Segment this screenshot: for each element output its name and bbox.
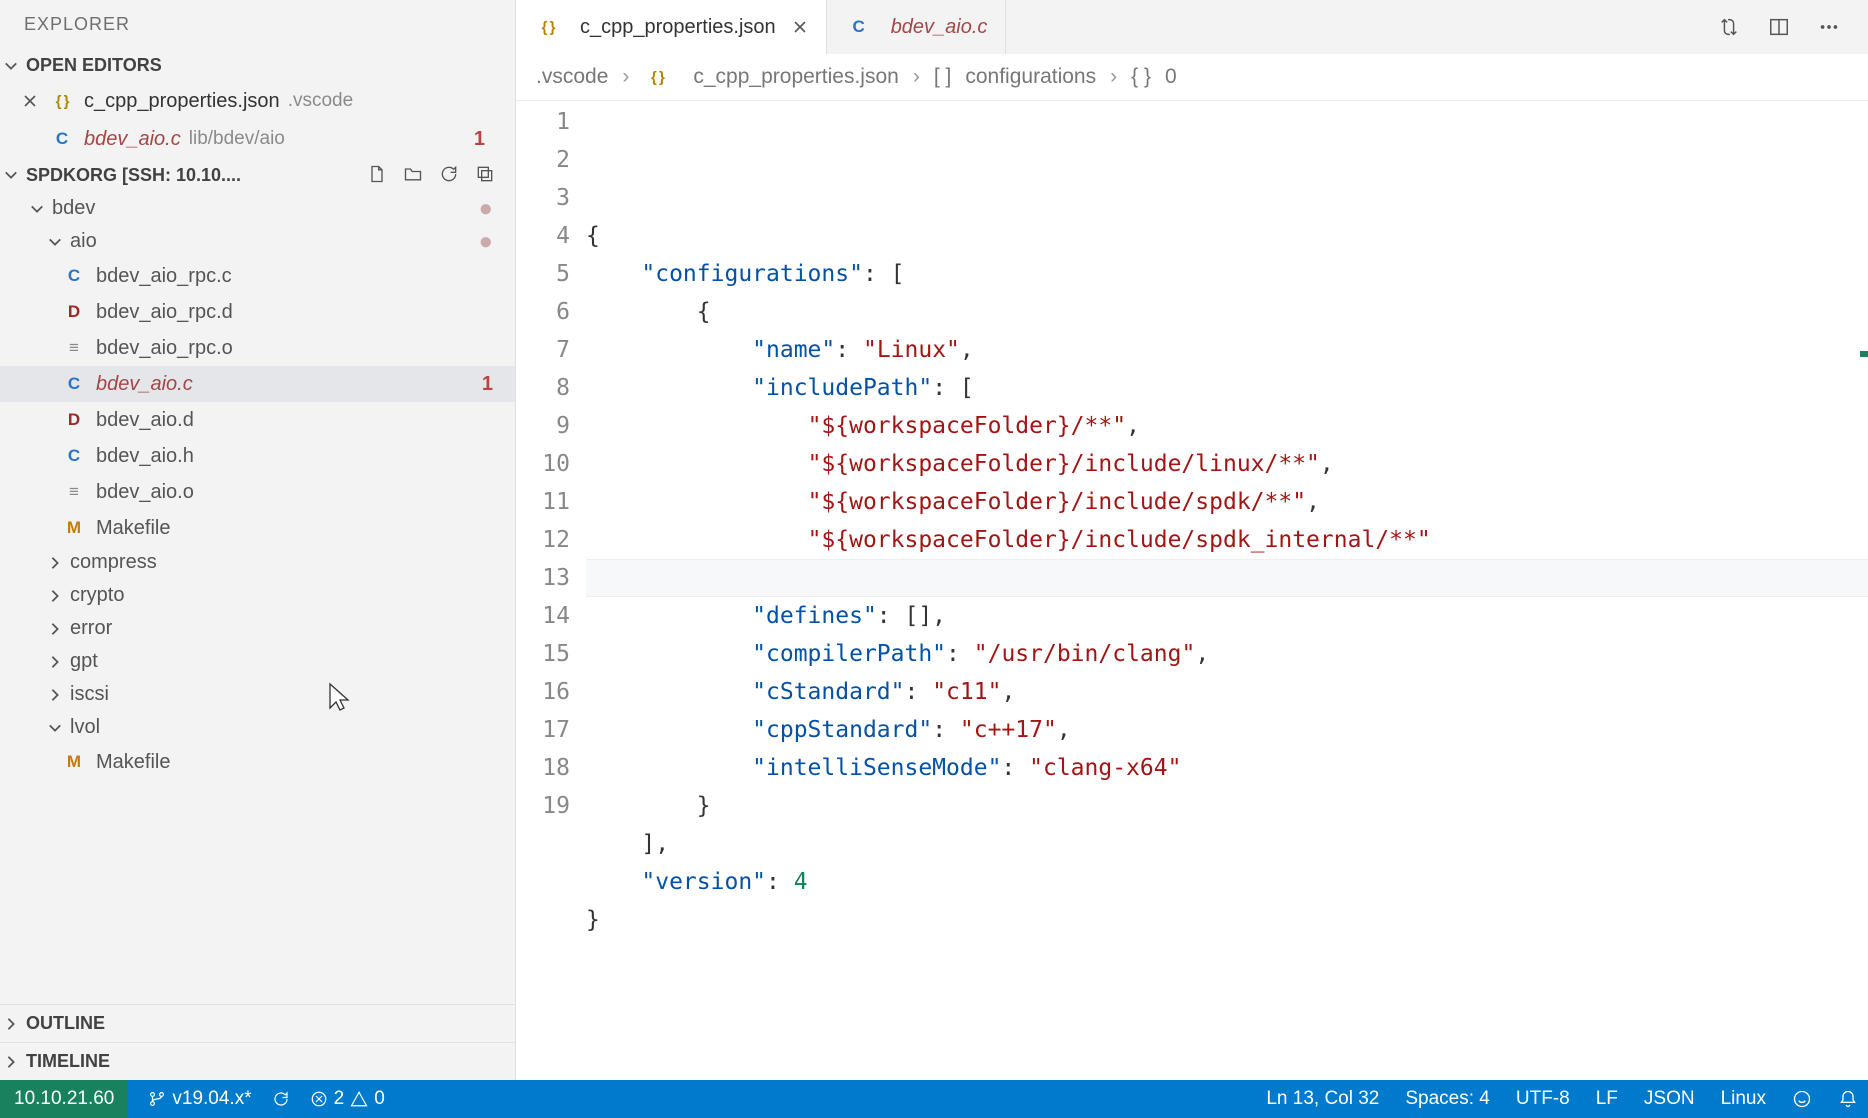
c-file-icon	[60, 443, 88, 469]
modified-dot-icon: ●	[479, 237, 494, 247]
git-branch-indicator[interactable]: v19.04.x*	[148, 1088, 251, 1110]
explorer-sidebar: EXPLORER OPEN EDITORS c_cpp_properties.j…	[0, 0, 516, 1080]
chevron-right-icon	[4, 1055, 26, 1069]
timeline-header[interactable]: TIMELINE	[0, 1042, 515, 1080]
feedback-icon[interactable]	[1792, 1089, 1812, 1109]
tree-folder[interactable]: error	[0, 612, 515, 645]
chevron-right-icon	[48, 589, 70, 603]
chevron-right-icon	[48, 688, 70, 702]
eol-indicator[interactable]: LF	[1596, 1088, 1618, 1110]
chevron-down-icon	[30, 202, 52, 216]
status-bar: 10.10.21.60 v19.04.x* 2 0 Ln 13, Col 32 …	[0, 1080, 1868, 1118]
c-file-icon	[48, 126, 76, 152]
json-icon	[48, 88, 76, 114]
collapse-all-icon[interactable]	[475, 164, 497, 186]
indentation-indicator[interactable]: Spaces: 4	[1405, 1088, 1490, 1110]
modified-dot-icon: ●	[479, 204, 494, 214]
chevron-down-icon	[4, 59, 26, 73]
json-icon	[534, 14, 562, 40]
d-file-icon	[60, 299, 88, 325]
warning-icon	[350, 1090, 368, 1108]
cursor-position[interactable]: Ln 13, Col 32	[1266, 1088, 1379, 1110]
sync-icon	[272, 1090, 290, 1108]
branch-icon	[148, 1090, 166, 1108]
chevron-right-icon: ›	[622, 65, 629, 89]
tab-c-cpp-properties[interactable]: c_cpp_properties.json	[516, 0, 827, 54]
makefile-icon	[60, 749, 88, 775]
tree-file[interactable]: Makefile	[0, 510, 515, 546]
close-icon[interactable]	[22, 93, 48, 109]
tree-folder-lvol[interactable]: lvol	[0, 711, 515, 744]
json-icon	[643, 64, 671, 90]
object-file-icon	[60, 479, 88, 505]
error-icon	[310, 1090, 328, 1108]
outline-header[interactable]: OUTLINE	[0, 1004, 515, 1042]
language-mode[interactable]: JSON	[1644, 1088, 1695, 1110]
workspace-header[interactable]: SPDKORG [SSH: 10.10....	[0, 158, 515, 192]
new-file-icon[interactable]	[367, 164, 389, 186]
open-editor-item[interactable]: c_cpp_properties.json .vscode	[0, 82, 515, 120]
tab-bdev-aio[interactable]: bdev_aio.c	[827, 0, 1007, 54]
os-indicator[interactable]: Linux	[1721, 1088, 1766, 1110]
c-file-icon	[60, 371, 88, 397]
makefile-icon	[60, 515, 88, 541]
d-file-icon	[60, 407, 88, 433]
chevron-right-icon: ›	[913, 65, 920, 89]
open-editors-header[interactable]: OPEN EDITORS	[0, 49, 515, 82]
object-icon: { }	[1131, 65, 1151, 89]
chevron-right-icon: ›	[1110, 65, 1117, 89]
code-editor[interactable]: 12345678910111213141516171819 { "configu…	[516, 101, 1868, 1080]
tree-file[interactable]: bdev_aio.o	[0, 474, 515, 510]
array-icon: [ ]	[934, 65, 952, 89]
breadcrumb[interactable]: .vscode › c_cpp_properties.json › [ ] co…	[516, 54, 1868, 101]
line-number-gutter: 12345678910111213141516171819	[516, 101, 586, 1080]
chevron-right-icon	[48, 655, 70, 669]
chevron-down-icon	[48, 235, 70, 249]
refresh-icon[interactable]	[439, 164, 461, 186]
tree-file[interactable]: Makefile	[0, 744, 515, 780]
chevron-down-icon	[48, 721, 70, 735]
explorer-title: EXPLORER	[0, 0, 515, 49]
tree-file[interactable]: bdev_aio.d	[0, 402, 515, 438]
c-file-icon	[60, 263, 88, 289]
new-folder-icon[interactable]	[403, 164, 425, 186]
tree-folder-aio[interactable]: aio ●	[0, 225, 515, 258]
open-editors-list: c_cpp_properties.json .vscode bdev_aio.c…	[0, 82, 515, 158]
tree-file[interactable]: bdev_aio.c 1	[0, 366, 515, 402]
more-actions-icon[interactable]	[1818, 16, 1840, 38]
minimap-change-marker	[1860, 351, 1868, 357]
close-icon[interactable]	[792, 19, 808, 35]
file-tree[interactable]: bdev ● aio ● bdev_aio_rpc.c bdev_aio_rpc…	[0, 192, 515, 1004]
tree-folder[interactable]: crypto	[0, 579, 515, 612]
breadcrumb-item[interactable]: configurations	[965, 65, 1096, 89]
breadcrumb-item[interactable]: c_cpp_properties.json	[693, 65, 898, 89]
object-file-icon	[60, 335, 88, 361]
tree-file[interactable]: bdev_aio_rpc.d	[0, 294, 515, 330]
tree-file[interactable]: bdev_aio_rpc.o	[0, 330, 515, 366]
code-content[interactable]: { "configurations": [ { "name": "Linux",…	[586, 101, 1868, 1080]
tree-file[interactable]: bdev_aio_rpc.c	[0, 258, 515, 294]
chevron-down-icon	[4, 168, 26, 182]
open-editor-item[interactable]: bdev_aio.c lib/bdev/aio 1	[0, 120, 515, 158]
split-editor-icon[interactable]	[1768, 16, 1790, 38]
remote-host-indicator[interactable]: 10.10.21.60	[0, 1080, 128, 1118]
chevron-right-icon	[4, 1017, 26, 1031]
editor-area: c_cpp_properties.json bdev_aio.c	[516, 0, 1868, 1080]
problems-indicator[interactable]: 2 0	[310, 1088, 385, 1110]
tree-file[interactable]: bdev_aio.h	[0, 438, 515, 474]
sync-button[interactable]	[272, 1090, 290, 1108]
tree-folder[interactable]: iscsi	[0, 678, 515, 711]
chevron-right-icon	[48, 622, 70, 636]
c-file-icon	[845, 14, 873, 40]
tab-bar: c_cpp_properties.json bdev_aio.c	[516, 0, 1868, 54]
breadcrumb-item[interactable]: 0	[1165, 65, 1177, 89]
notifications-icon[interactable]	[1838, 1089, 1858, 1109]
encoding-indicator[interactable]: UTF-8	[1516, 1088, 1570, 1110]
chevron-right-icon	[48, 556, 70, 570]
breadcrumb-item[interactable]: .vscode	[536, 65, 608, 89]
tree-folder[interactable]: compress	[0, 546, 515, 579]
tree-folder[interactable]: gpt	[0, 645, 515, 678]
tree-folder-bdev[interactable]: bdev ●	[0, 192, 515, 225]
compare-changes-icon[interactable]	[1718, 16, 1740, 38]
